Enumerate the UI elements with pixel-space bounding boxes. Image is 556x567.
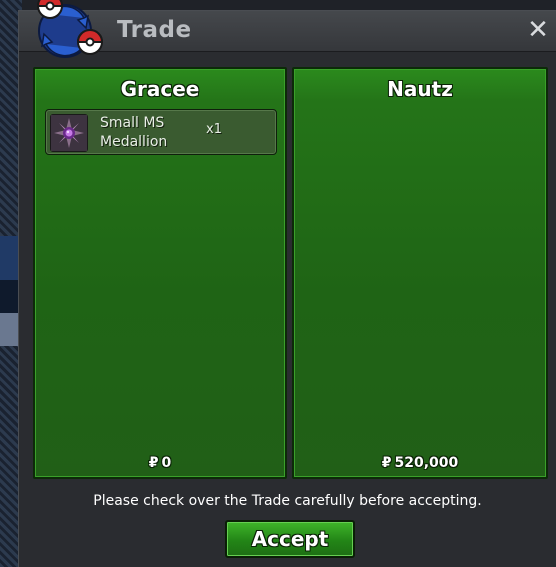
- player-name-right: Nautz: [387, 77, 453, 101]
- pokedollar-icon: ₽: [148, 455, 159, 471]
- accept-button[interactable]: Accept: [225, 520, 355, 558]
- window-title: Trade: [117, 17, 192, 43]
- item-name: Small MS Medallion: [100, 115, 168, 150]
- pokedollar-icon: ₽: [381, 455, 392, 471]
- partner-offer-panel: Nautz ₽520,000: [292, 67, 548, 479]
- money-offer-right: ₽520,000: [294, 455, 546, 471]
- close-icon[interactable]: ✕: [524, 14, 552, 46]
- trade-window: Trade ✕ Gracee Small MS Medallion x1 ₽ 0…: [18, 10, 556, 567]
- money-offer-left: ₽0: [35, 455, 285, 471]
- trade-warning-text: Please check over the Trade carefully be…: [93, 493, 482, 509]
- item-quantity: x1: [206, 122, 222, 137]
- medallion-icon: [50, 114, 88, 152]
- trade-item-slot[interactable]: Small MS Medallion x1: [45, 109, 277, 155]
- money-amount-left: 0: [161, 455, 172, 471]
- pokeball-trade-icon: [36, 0, 104, 58]
- my-offer-panel: Gracee Small MS Medallion x1 ₽0: [33, 67, 287, 479]
- player-name-left: Gracee: [120, 77, 200, 101]
- money-amount-right: 520,000: [394, 455, 459, 471]
